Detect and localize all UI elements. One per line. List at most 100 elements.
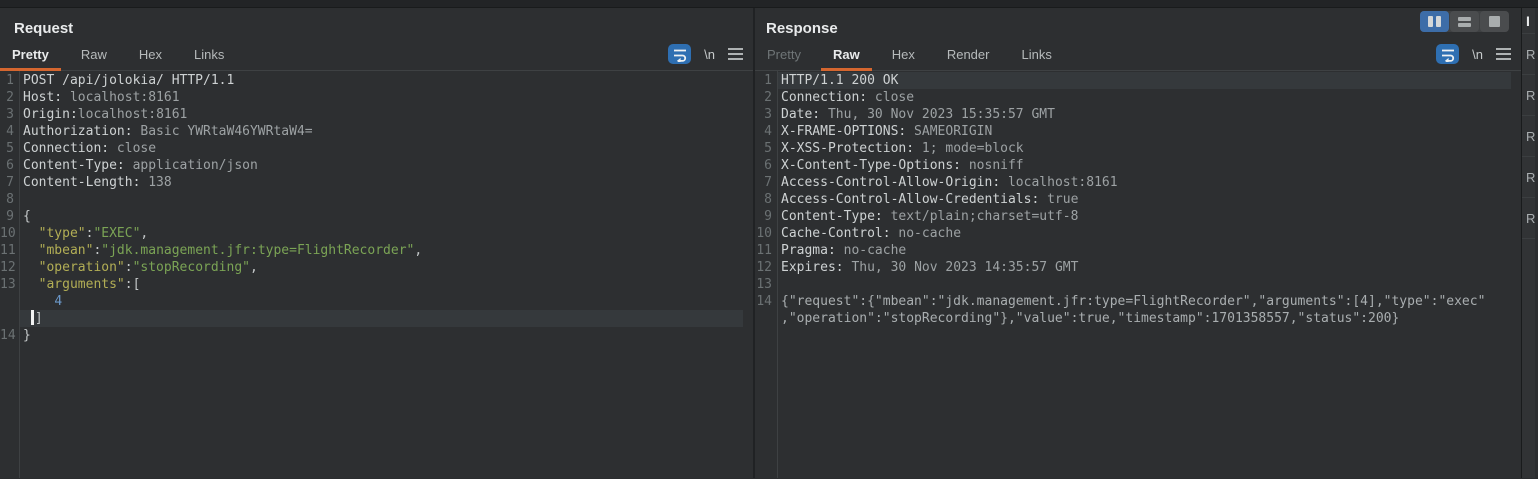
- tab-links[interactable]: Links: [182, 42, 236, 70]
- line-number: 11: [755, 242, 777, 259]
- message-editor-view: Request PrettyRawHexLinks \n 1POST /api/: [0, 0, 1538, 479]
- line-number: 4: [755, 123, 777, 140]
- response-panel-title: Response: [755, 8, 1521, 42]
- inspector-section-clipped[interactable]: R: [1522, 116, 1535, 157]
- editor-line[interactable]: 6X-Content-Type-Options: nosniff: [755, 157, 1521, 174]
- editor-line[interactable]: 1HTTP/1.1 200 OK: [755, 72, 1521, 89]
- editor-line[interactable]: 4Authorization: Basic YWRtaW46YWRtaW4=: [0, 123, 753, 140]
- editor-line[interactable]: 9Content-Type: text/plain;charset=utf-8: [755, 208, 1521, 225]
- request-editor-tools: \n: [668, 44, 743, 64]
- word-wrap-icon: [1440, 47, 1456, 62]
- line-number: 11: [0, 242, 19, 259]
- editor-layout-switcher: [1420, 11, 1509, 32]
- editor-line[interactable]: 7Access-Control-Allow-Origin: localhost:…: [755, 174, 1521, 191]
- word-wrap-icon: [672, 47, 688, 62]
- line-number: 14: [755, 293, 777, 310]
- inspector-section-clipped[interactable]: R: [1522, 75, 1535, 116]
- request-editor[interactable]: 1POST /api/jolokia/ HTTP/1.12Host: local…: [0, 71, 753, 478]
- editor-line[interactable]: 3Origin:localhost:8161: [0, 106, 753, 123]
- inspector-section-clipped[interactable]: R: [1522, 34, 1535, 75]
- layout-split-columns-button[interactable]: [1420, 11, 1449, 32]
- line-number: 1: [0, 72, 19, 89]
- line-number: 1: [755, 72, 777, 89]
- editor-line[interactable]: 2Connection: close: [755, 89, 1521, 106]
- request-panel-title: Request: [0, 8, 753, 42]
- line-number: [0, 310, 19, 327]
- line-number: 10: [0, 225, 19, 242]
- editor-line[interactable]: ]: [0, 310, 753, 327]
- inspector-section-clipped[interactable]: R: [1522, 198, 1535, 239]
- editor-line[interactable]: 10Cache-Control: no-cache: [755, 225, 1521, 242]
- line-number: 3: [0, 106, 19, 123]
- line-number: [755, 310, 777, 327]
- editor-line[interactable]: 2Host: localhost:8161: [0, 89, 753, 106]
- editor-line[interactable]: 6Content-Type: application/json: [0, 157, 753, 174]
- response-tabbar: Pretty Raw Hex RenderLinks \n: [755, 42, 1521, 71]
- text-caret: [31, 310, 34, 325]
- show-newlines-button[interactable]: \n: [704, 47, 715, 62]
- line-number: 12: [755, 259, 777, 276]
- inspector-title-clipped[interactable]: I: [1522, 8, 1535, 34]
- layout-split-rows-button[interactable]: [1450, 11, 1479, 32]
- editor-line[interactable]: 4: [0, 293, 753, 310]
- editor-line[interactable]: 4X-FRAME-OPTIONS: SAMEORIGIN: [755, 123, 1521, 140]
- line-number: 3: [755, 106, 777, 123]
- editor-line[interactable]: 13 "arguments":[: [0, 276, 753, 293]
- line-number: 13: [755, 276, 777, 293]
- editor-line[interactable]: 11 "mbean":"jdk.management.jfr:type=Flig…: [0, 242, 753, 259]
- tab-links[interactable]: Links: [1009, 42, 1063, 70]
- tab-raw[interactable]: Raw: [821, 42, 872, 70]
- tab-pretty[interactable]: Pretty: [755, 42, 813, 70]
- editor-line[interactable]: 13: [755, 276, 1521, 293]
- hamburger-menu-icon[interactable]: [1496, 48, 1511, 60]
- request-tabs: Pretty Raw Hex Links: [0, 42, 236, 70]
- line-number: 9: [0, 208, 19, 225]
- line-number: 8: [0, 191, 19, 208]
- line-number: 2: [0, 89, 19, 106]
- request-panel: Request PrettyRawHexLinks \n 1POST /api/: [0, 8, 755, 478]
- line-number: 12: [0, 259, 19, 276]
- editor-line[interactable]: 14{"request":{"mbean":"jdk.management.jf…: [755, 293, 1521, 310]
- line-number: 8: [755, 191, 777, 208]
- tab-hex[interactable]: Hex: [127, 42, 174, 70]
- editor-line[interactable]: 9{: [0, 208, 753, 225]
- editor-line[interactable]: 1POST /api/jolokia/ HTTP/1.1: [0, 72, 753, 89]
- line-number: 13: [0, 276, 19, 293]
- layout-single-pane-button[interactable]: [1480, 11, 1509, 32]
- request-response-split: Request PrettyRawHexLinks \n 1POST /api/: [0, 8, 1538, 478]
- editor-line[interactable]: 5Connection: close: [0, 140, 753, 157]
- editor-line[interactable]: 7Content-Length: 138: [0, 174, 753, 191]
- show-newlines-button[interactable]: \n: [1472, 47, 1483, 62]
- hamburger-menu-icon[interactable]: [728, 48, 743, 60]
- editor-line[interactable]: 12 "operation":"stopRecording",: [0, 259, 753, 276]
- tab-hex[interactable]: Hex: [880, 42, 927, 70]
- word-wrap-toggle-button[interactable]: [668, 44, 691, 64]
- response-editor[interactable]: 1HTTP/1.1 200 OK2Connection: close3Date:…: [755, 71, 1521, 478]
- editor-line[interactable]: ,"operation":"stopRecording"},"value":tr…: [755, 310, 1521, 327]
- line-number: 7: [755, 174, 777, 191]
- editor-line[interactable]: 8Access-Control-Allow-Credentials: true: [755, 191, 1521, 208]
- request-tabbar: Pretty Raw Hex Links \n: [0, 42, 753, 71]
- line-number: [0, 293, 19, 310]
- editor-line[interactable]: 5X-XSS-Protection: 1; mode=block: [755, 140, 1521, 157]
- editor-line[interactable]: 12Expires: Thu, 30 Nov 2023 14:35:57 GMT: [755, 259, 1521, 276]
- tab-raw[interactable]: Raw: [69, 42, 119, 70]
- editor-line[interactable]: 10 "type":"EXEC",: [0, 225, 753, 242]
- line-number: 7: [0, 174, 19, 191]
- line-number: 5: [755, 140, 777, 157]
- inspector-section-clipped[interactable]: R: [1522, 157, 1535, 198]
- line-number: 4: [0, 123, 19, 140]
- tab-render[interactable]: Render: [935, 42, 1002, 70]
- word-wrap-toggle-button[interactable]: [1436, 44, 1459, 64]
- tab-pretty[interactable]: Pretty: [0, 42, 61, 70]
- inspector-collapsed-strip: IRRRRR: [1521, 8, 1535, 478]
- line-number: 9: [755, 208, 777, 225]
- editor-line[interactable]: 14}: [0, 327, 753, 344]
- response-editor-tools: \n: [1436, 44, 1511, 64]
- editor-line[interactable]: 3Date: Thu, 30 Nov 2023 15:35:57 GMT: [755, 106, 1521, 123]
- line-number: 5: [0, 140, 19, 157]
- editor-line[interactable]: 8: [0, 191, 753, 208]
- line-number: 6: [755, 157, 777, 174]
- line-number: 14: [0, 327, 19, 344]
- editor-line[interactable]: 11Pragma: no-cache: [755, 242, 1521, 259]
